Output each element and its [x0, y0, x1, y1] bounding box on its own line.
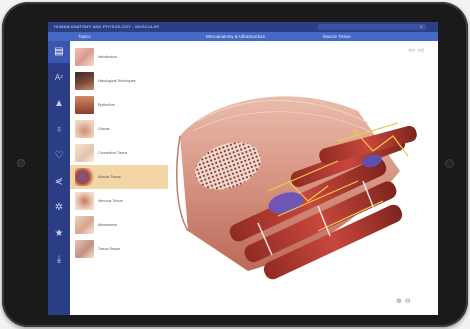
topic-thumbnail	[75, 240, 94, 258]
topic-thumbnail	[75, 120, 94, 138]
list-item-label: Glands	[98, 127, 110, 131]
search-icon[interactable]: ⌕	[420, 22, 423, 32]
list-item[interactable]: Introduction	[70, 45, 168, 69]
list-item-label: Tissue Repair	[98, 247, 121, 251]
tab-muscle-tissue[interactable]: Muscle Tissue	[323, 32, 351, 41]
topic-thumbnail	[75, 96, 94, 114]
star-icon[interactable]: ★	[48, 223, 70, 245]
app-title: HUMAN ANATOMY AND PHYSIOLOGY - MUSCULAR	[54, 24, 160, 29]
list-item-label: Membranes	[98, 223, 117, 227]
topic-thumbnail	[75, 72, 94, 90]
list-item-label: Epithelium	[98, 103, 115, 107]
title-bar: HUMAN ANATOMY AND PHYSIOLOGY - MUSCULAR …	[48, 22, 438, 32]
topic-thumbnail	[75, 48, 94, 66]
muscle-fiber-3d-model[interactable]	[168, 41, 438, 315]
tab-microanatomy[interactable]: Microanatomy & Ultrastructure	[206, 32, 265, 41]
search-input[interactable]	[318, 24, 426, 30]
app-screen: HUMAN ANATOMY AND PHYSIOLOGY - MUSCULAR …	[48, 22, 438, 315]
list-item-label: Histological Techniques	[98, 79, 136, 83]
model-viewer: ⇦⇨ ⊕ ⊖	[168, 41, 438, 315]
share-icon[interactable]: ⋞	[48, 171, 70, 193]
tab-bar: Topics Microanatomy & Ultrastructure Mus…	[48, 32, 438, 41]
topic-thumbnail	[75, 144, 94, 162]
list-item-label: Connective Tissue	[98, 151, 128, 155]
home-button[interactable]	[446, 160, 453, 167]
zoom-in-icon[interactable]: ⊕	[396, 298, 402, 305]
topic-list: Introduction Histological Techniques Epi…	[70, 41, 169, 315]
list-item-selected[interactable]: Muscle Tissue	[70, 165, 168, 189]
pyramid-icon[interactable]: ▲	[48, 93, 70, 115]
a-z-icon[interactable]: Aᶻ	[48, 67, 70, 89]
download-icon[interactable]: ⤓	[48, 249, 70, 271]
camera	[17, 159, 25, 167]
list-item-label: Nervous Tissue	[98, 199, 123, 203]
zoom-out-icon[interactable]: ⊖	[405, 298, 411, 305]
topic-thumbnail	[75, 168, 94, 186]
list-item[interactable]: Histological Techniques	[70, 69, 168, 93]
icon-rail: ▤ Aᶻ ▲ ♁ ♡ ⋞ ✲ ★ ⤓	[48, 41, 70, 315]
topic-thumbnail	[75, 216, 94, 234]
list-item[interactable]: Membranes	[70, 213, 168, 237]
list-item-label: Muscle Tissue	[98, 175, 121, 179]
book-icon[interactable]: ▤	[48, 41, 70, 63]
list-item[interactable]: Glands	[70, 117, 168, 141]
list-item-label: Introduction	[98, 55, 117, 59]
topic-thumbnail	[75, 192, 94, 210]
lightbulb-icon[interactable]: ♁	[48, 119, 70, 141]
tablet-bezel: HUMAN ANATOMY AND PHYSIOLOGY - MUSCULAR …	[2, 2, 468, 327]
heart-icon[interactable]: ♡	[48, 145, 70, 167]
list-item[interactable]: Nervous Tissue	[70, 189, 168, 213]
gear-icon[interactable]: ✲	[48, 197, 70, 219]
list-item[interactable]: Epithelium	[70, 93, 168, 117]
zoom-controls: ⊕ ⊖	[396, 297, 414, 305]
list-item[interactable]: Tissue Repair	[70, 237, 168, 261]
list-item[interactable]: Connective Tissue	[70, 141, 168, 165]
tab-topics[interactable]: Topics	[78, 32, 90, 41]
